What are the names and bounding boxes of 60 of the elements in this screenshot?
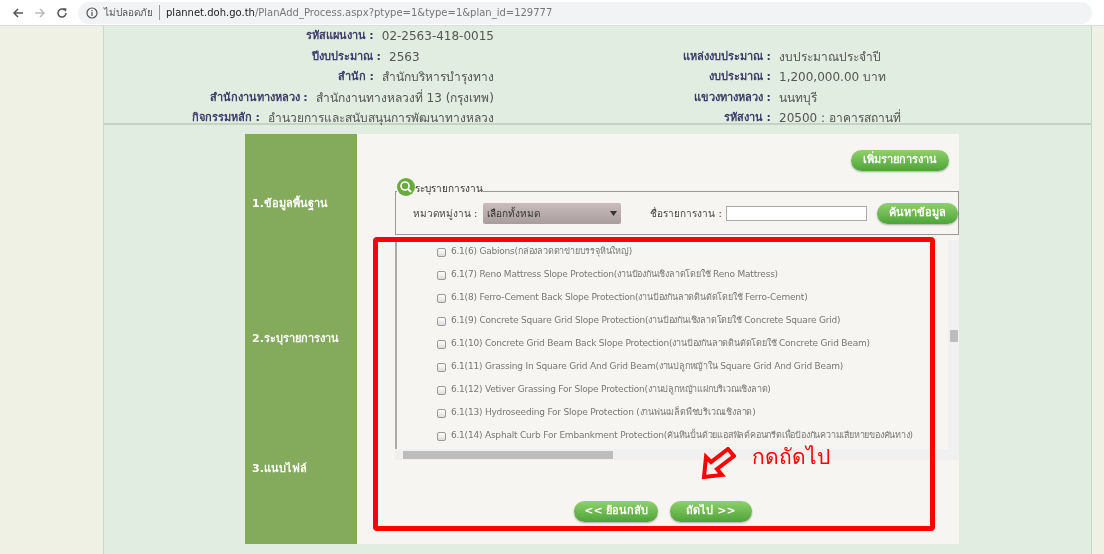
reload-icon[interactable] [56, 6, 68, 19]
info-icon [86, 6, 98, 19]
name-input[interactable] [726, 205, 867, 221]
field-value: 02-2563-418-0015 [381, 28, 494, 46]
category-select[interactable]: เลือกทั้งหมด [483, 202, 622, 224]
item-checkbox[interactable] [436, 339, 446, 349]
vertical-scrollbar[interactable] [948, 240, 959, 460]
item-label[interactable]: 6.1(12) Vetiver Grassing For Slope Protection(งานปลูกหญ้าแฝกบริเวณเชิงลาด) [450, 383, 771, 397]
next-button[interactable]: ถัดไป >> [670, 501, 752, 522]
item-label[interactable]: 6.1(11) Grassing In Square Grid And Grid Beam(งานปลูกหญ้าใน Square Grid And Grid Beam) [450, 360, 844, 374]
field-label: รหัสแผนงาน : [304, 28, 375, 44]
item-checkbox[interactable] [436, 431, 446, 441]
field-value: สำนักบริหารบำรุงทาง [382, 69, 494, 87]
name-label: ชื่อรายการงาน : [650, 205, 722, 221]
forward-icon[interactable] [34, 6, 46, 19]
field-label: สำนัก : [336, 69, 375, 85]
step-label: 1.ข้อมูลพื้นฐาน [252, 195, 328, 213]
item-checkbox[interactable] [436, 270, 446, 280]
item-label[interactable]: 6.1(9) Concrete Square Grid Slope Protection(งานป้องกันเชิงลาดโดยใช้ Concrete Square Grid) [450, 314, 841, 328]
back-icon[interactable] [12, 6, 24, 19]
arrow-icon [700, 447, 736, 481]
field-label: แขวงทางหลวง : [692, 89, 772, 106]
url-text: plannet.doh.go.th/PlanAdd_Process.aspx?ptype=1&type=1&plan_id=129777 [166, 6, 553, 20]
item-label[interactable]: 6.1(8) Ferro-Cement Back Slope Protection(งานป้องกันลาดดินตัดโดยใช้ Ferro-Cement) [450, 291, 808, 305]
annotation-label: กดถัดไป [752, 447, 830, 468]
field-label: ปีงบประมาณ : [310, 48, 382, 65]
item-label[interactable]: 6.1(6) Gabions(กล่องลวดตาข่ายบรรจุหินใหญ่) [450, 245, 633, 259]
dropdown-caret-icon [610, 210, 618, 216]
field-value: อำนวยการและสนับสนุนการพัฒนาทางหลวง [268, 110, 494, 128]
category-label: หมวดหมู่งาน : [412, 206, 478, 221]
security-label: ไม่ปลอดภัย [104, 5, 160, 20]
step-label: 3.แนบไฟล์ [252, 460, 307, 477]
search-button[interactable]: ค้นหาข้อมูล [877, 202, 958, 224]
item-checkbox[interactable] [436, 408, 446, 418]
field-label: สำนักงานทางหลวง : [208, 89, 309, 106]
item-label[interactable]: 6.1(7) Reno Mattress Slope Protection(งานป้องกันเชิงลาดโดยใช้ Reno Mattress) [450, 268, 778, 282]
field-value: 2563 [389, 48, 420, 66]
item-checkbox[interactable] [436, 316, 446, 326]
item-label[interactable]: 6.1(10) Concrete Grid Beam Back Slope Protection(งานป้องกันลาดดินตัดโดยใช้ Concrete Grid Beam) [450, 337, 870, 351]
field-value: นนทบุรี [779, 89, 817, 107]
fieldset-legend: ระบุรายการงาน [414, 181, 483, 196]
address-bar[interactable]: ไม่ปลอดภัย plannet.doh.go.th/PlanAdd_Process.aspx?ptype=1&type=1&plan_id=129777 [78, 1, 1092, 24]
field-label: รหัสงาน : [722, 110, 772, 126]
field-label: แหล่งงบประมาณ : [681, 48, 772, 65]
item-checkbox[interactable] [436, 247, 446, 257]
item-checkbox[interactable] [436, 293, 446, 303]
item-label[interactable]: 6.1(13) Hydroseeding For Slope Protection (งานพ่นเมล็ดพืชบริเวณเชิงลาด) [450, 406, 756, 420]
field-value: 1,200,000.00 บาท [779, 69, 886, 87]
back-button[interactable]: << ย้อนกลับ [574, 501, 659, 522]
field-value: 20500 : อาคารสถานที่ [779, 109, 901, 128]
search-icon [396, 178, 415, 196]
add-item-button[interactable]: เพิ่มรายการงาน [851, 150, 949, 171]
item-checkbox[interactable] [436, 362, 446, 372]
field-label: งบประมาณ : [707, 69, 772, 85]
step-label: 2.ระบุรายการงาน [252, 330, 339, 347]
field-value: สำนักงานทางหลวงที่ 13 (กรุงเทพ) [315, 88, 494, 107]
item-checkbox[interactable] [436, 385, 446, 395]
item-label[interactable]: 6.1(14) Asphalt Curb For Embankment Protection(คันหินปั้นด้วยแอสฟัลต์คอนกรีตเพื่อป้องกันความเสียหายของคันทาง) [450, 429, 913, 443]
field-label: กิจกรรมหลัก : [190, 110, 261, 126]
field-value: งบประมาณประจำปี [779, 48, 881, 66]
